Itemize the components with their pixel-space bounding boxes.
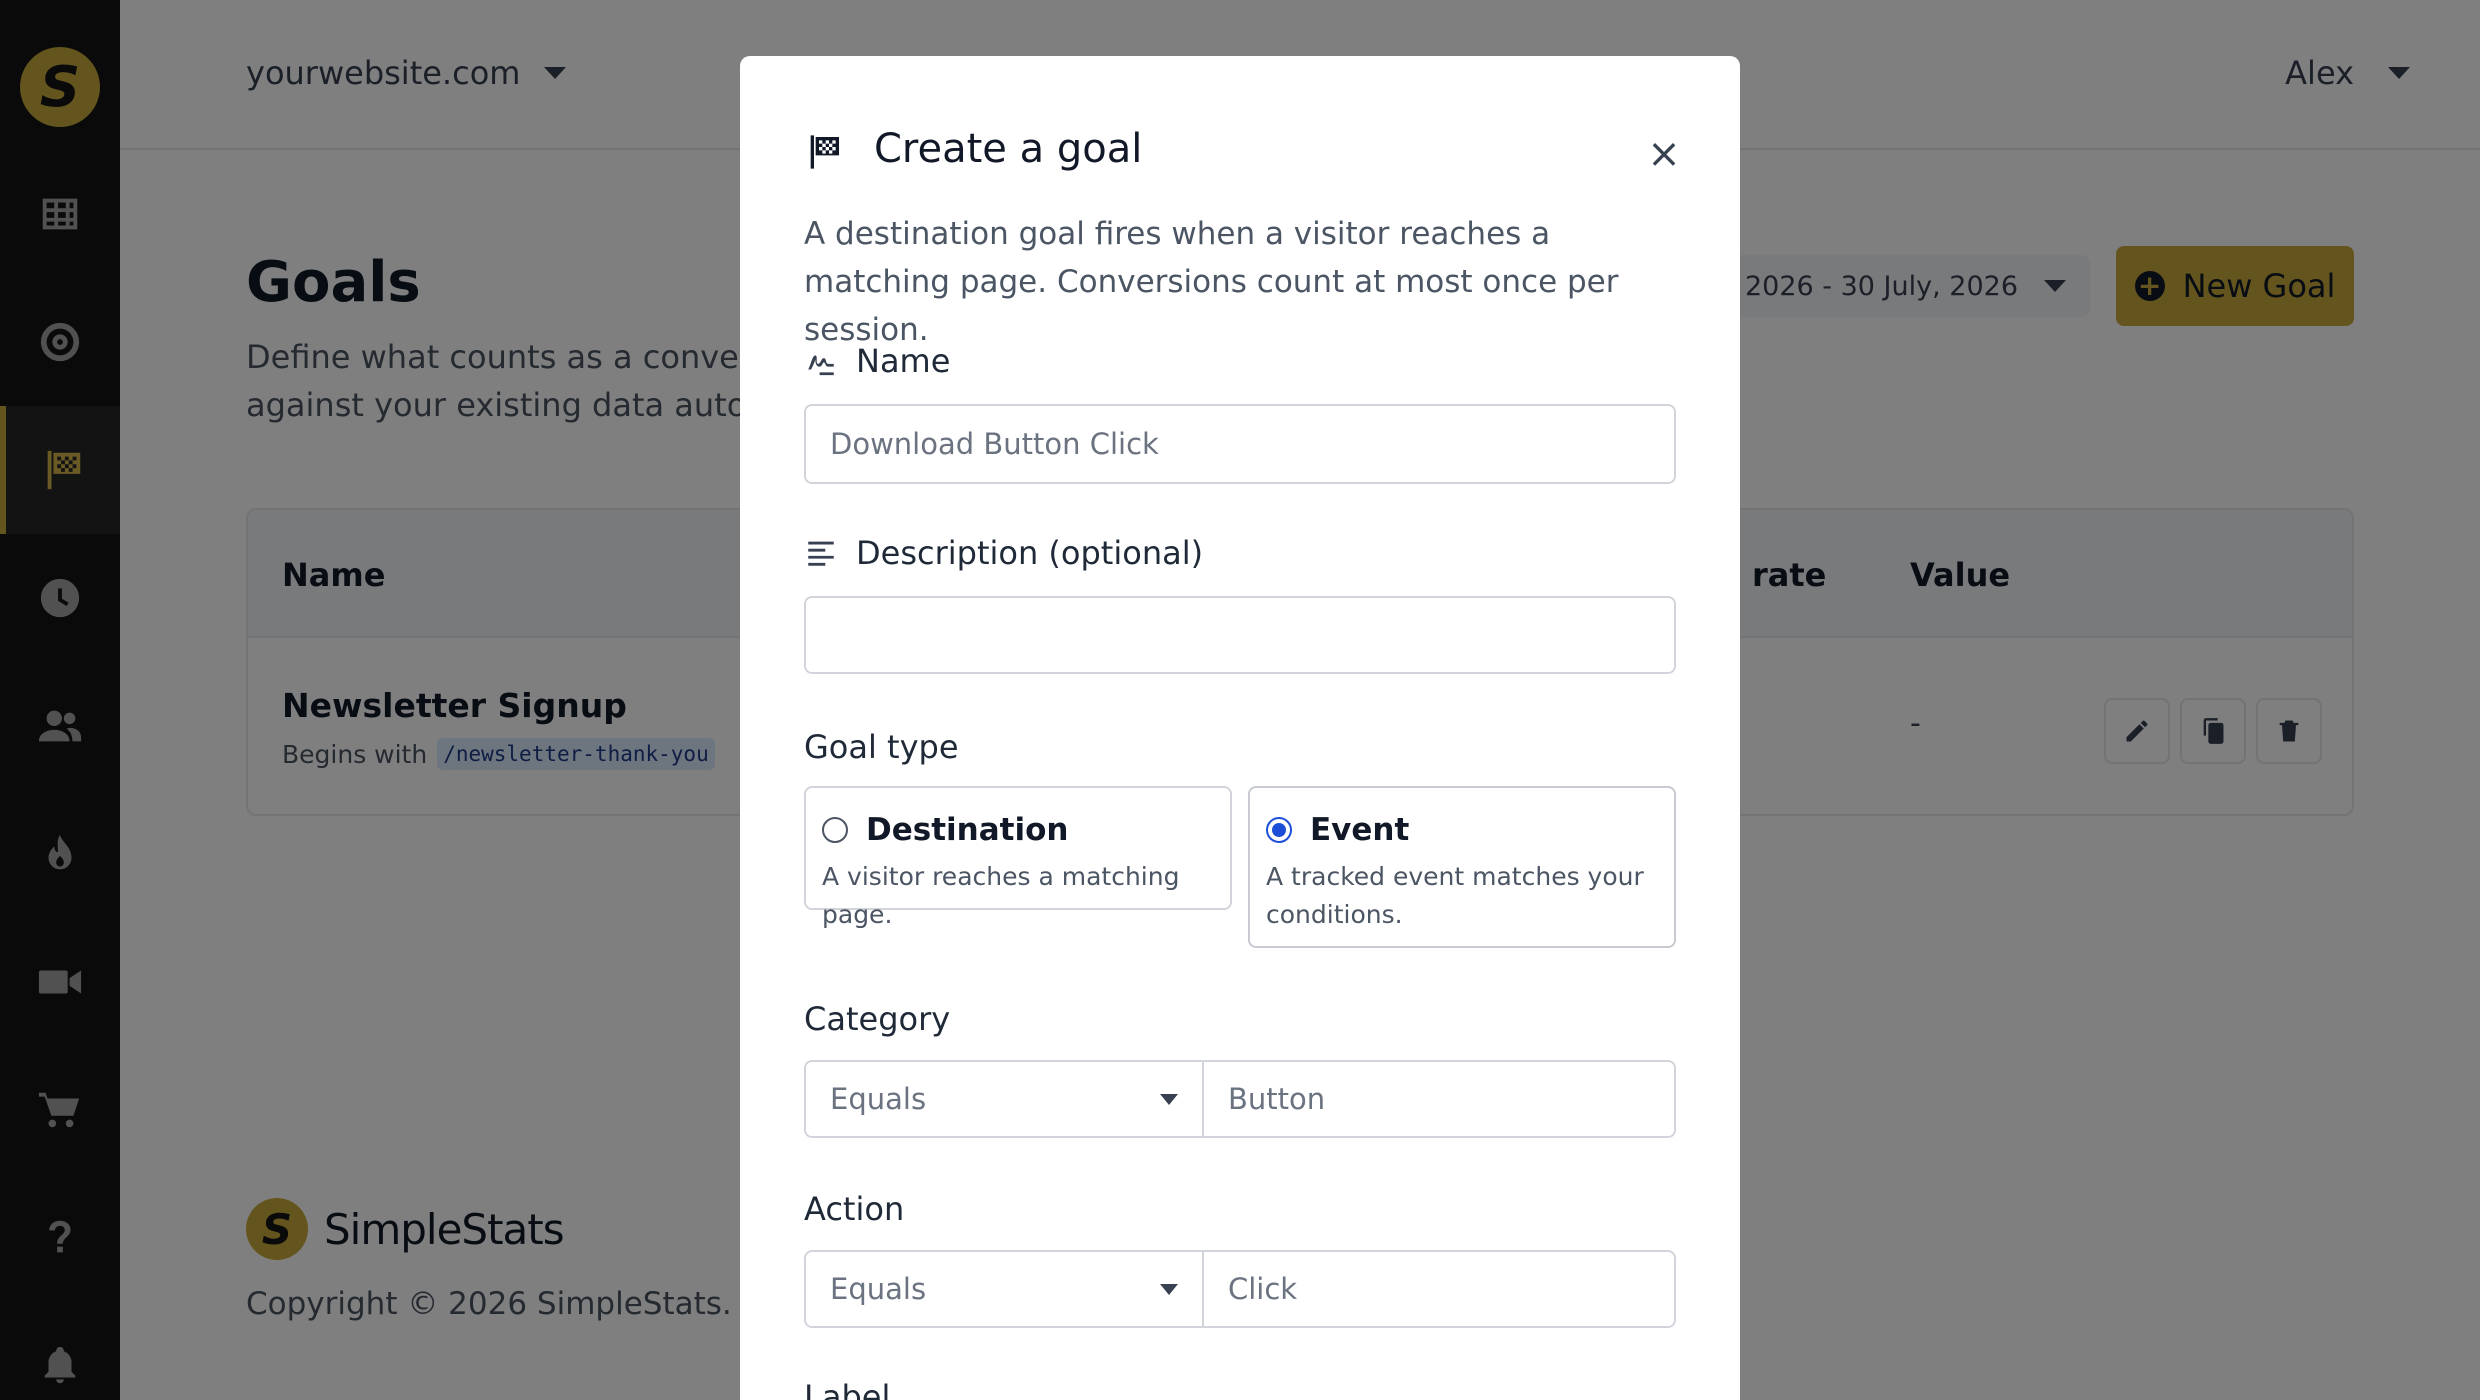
action-value-input[interactable]: Click: [1204, 1252, 1674, 1326]
category-operator-select[interactable]: Equals: [806, 1062, 1204, 1136]
name-label-text: Name: [856, 342, 951, 380]
goal-type-destination[interactable]: Destination A visitor reaches a matching…: [804, 786, 1232, 929]
chevron-down-icon: [1160, 1283, 1178, 1295]
name-label: Name: [804, 342, 950, 380]
modal-description: A destination goal fires when a visitor …: [804, 216, 1619, 348]
destination-desc: A visitor reaches a matching page.: [822, 862, 1180, 929]
action-label: Action: [804, 1190, 905, 1228]
label-label: Label: [804, 1378, 891, 1400]
action-operator-value: Equals: [830, 1272, 927, 1306]
align-left-icon: [808, 541, 834, 566]
goal-type-label: Goal type: [804, 728, 959, 766]
description-input[interactable]: [804, 596, 1676, 674]
description-label-text: Description (optional): [856, 534, 1204, 572]
name-input[interactable]: Download Button Click: [804, 404, 1676, 484]
action-operator-select[interactable]: Equals: [806, 1252, 1204, 1326]
close-icon[interactable]: ×: [1640, 130, 1688, 178]
event-desc: A tracked event matches your conditions.: [1266, 862, 1644, 929]
event-title: Event: [1310, 812, 1410, 848]
create-goal-modal: Create a goal × A destination goal fires…: [740, 56, 1740, 1400]
category-operator-value: Equals: [830, 1082, 927, 1116]
radio-event[interactable]: [1266, 817, 1292, 843]
radio-destination[interactable]: [822, 817, 848, 843]
category-condition: Equals Button: [804, 1060, 1676, 1138]
chevron-down-icon: [1160, 1093, 1178, 1105]
event-option: Event: [1266, 812, 1409, 848]
flag-icon: [804, 132, 844, 172]
description-label: Description (optional): [804, 534, 1203, 572]
goal-type-event[interactable]: Event A tracked event matches your condi…: [1248, 786, 1676, 948]
signature-icon: [808, 355, 834, 376]
category-label: Category: [804, 1000, 951, 1038]
action-condition: Equals Click: [804, 1250, 1676, 1328]
category-value-input[interactable]: Button: [1204, 1062, 1674, 1136]
destination-option: Destination: [822, 812, 1068, 848]
modal-title: Create a goal: [874, 126, 1143, 172]
destination-title: Destination: [866, 812, 1069, 848]
